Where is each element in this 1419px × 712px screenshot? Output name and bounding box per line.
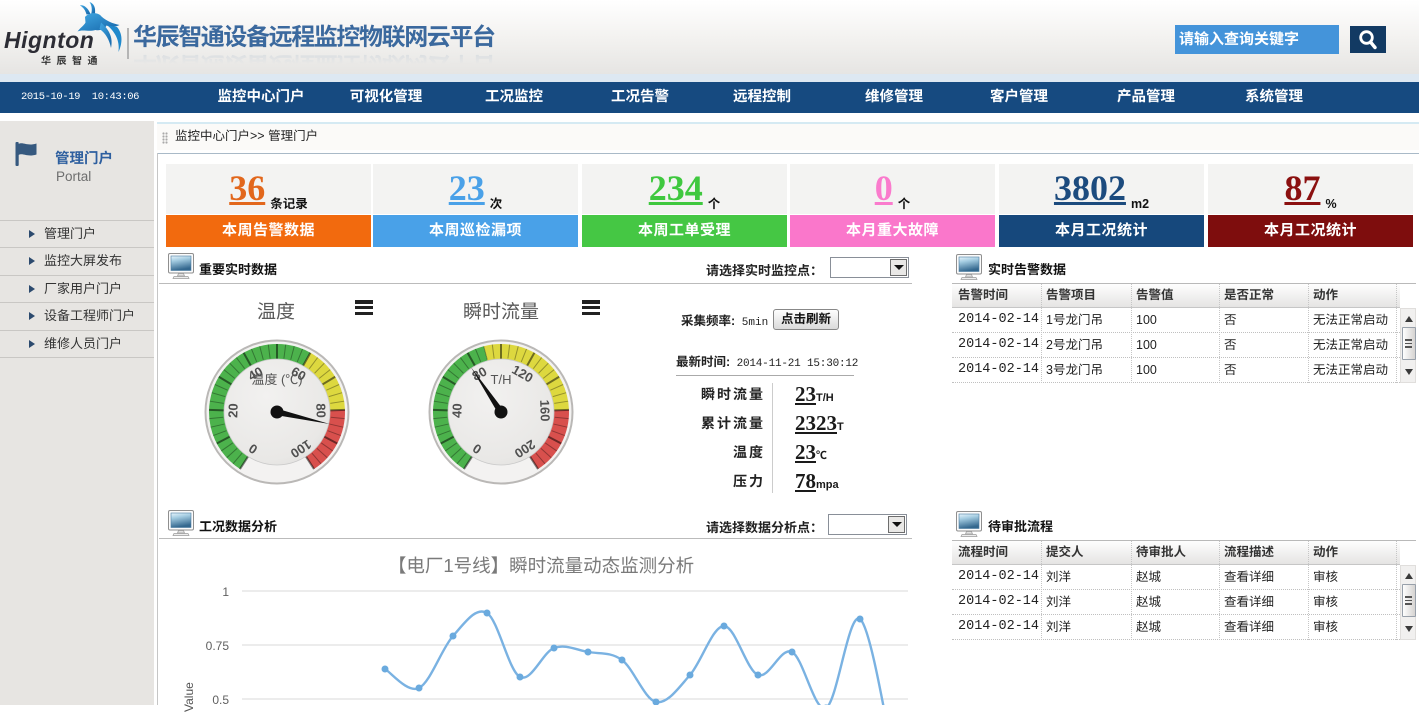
svg-text:160: 160 [537, 400, 553, 422]
svg-text:温度 (℃): 温度 (℃) [251, 372, 302, 387]
svg-text:T/H: T/H [491, 372, 512, 387]
svg-text:40: 40 [449, 403, 464, 418]
svg-text:80: 80 [313, 403, 328, 418]
svg-text:20: 20 [225, 403, 240, 418]
